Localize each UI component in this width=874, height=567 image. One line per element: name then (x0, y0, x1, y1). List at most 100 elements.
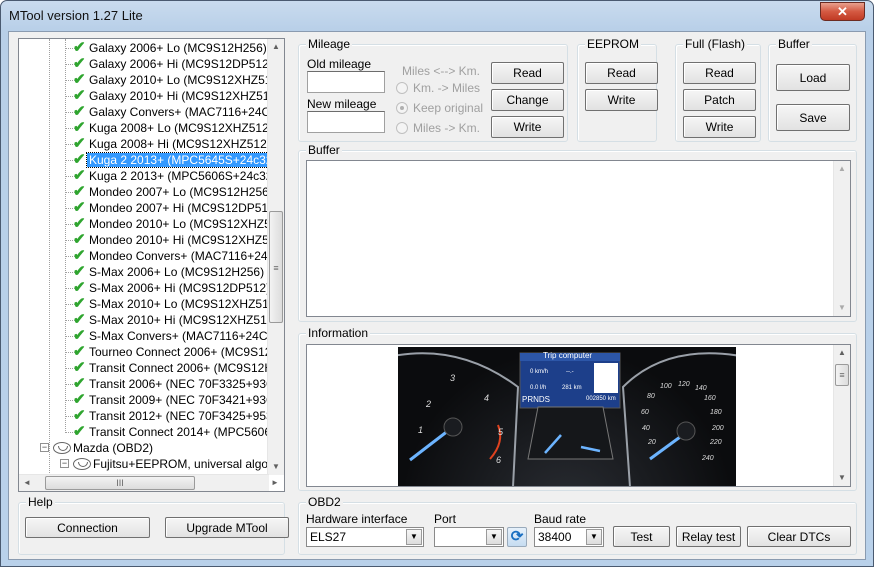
tree-item[interactable]: ✔ Mondeo 2010+ Hi (MC9S12XHZ512) (19, 232, 274, 248)
radio-label: Km. -> Miles (413, 81, 481, 95)
port-label: Port (434, 512, 457, 526)
tree-item[interactable]: ✔ S-Max 2010+ Lo (MC9S12XHZ512) (19, 296, 274, 312)
scroll-right-icon[interactable]: ► (267, 475, 283, 491)
flash-patch-button[interactable]: Patch (683, 89, 756, 111)
tree-node-label: Fujitsu+EEPROM, universal algorithm (93, 457, 274, 471)
tree-item[interactable]: ✔ S-Max 2010+ Hi (MC9S12XHZ512) (19, 312, 274, 328)
tach-tick-label: 6 (496, 455, 502, 465)
old-mileage-input[interactable] (307, 71, 385, 93)
tree-item[interactable]: ✔ Galaxy 2006+ Lo (MC9S12H256) (19, 40, 274, 56)
gear-indicator: PRNDS (522, 395, 551, 404)
tree-item[interactable]: ✔ Galaxy 2010+ Hi (MC9S12XHZ512) (19, 88, 274, 104)
collapse-icon[interactable]: − (60, 459, 69, 468)
tree-horizontal-scrollbar[interactable]: ◄ III ► (19, 474, 279, 491)
speed-tick-label: 160 (704, 395, 716, 402)
dropdown-arrow-icon[interactable]: ▼ (486, 529, 502, 545)
tree-item[interactable]: ✔ Galaxy 2010+ Lo (MC9S12XHZ512) (19, 72, 274, 88)
relay-test-button[interactable]: Relay test (676, 526, 741, 547)
test-button[interactable]: Test (613, 526, 670, 547)
dropdown-arrow-icon[interactable]: ▼ (586, 529, 602, 545)
dropdown-arrow-icon[interactable]: ▼ (406, 529, 422, 545)
tree-item[interactable]: ✔ Transit 2009+ (NEC 70F3421+93C76) (19, 392, 274, 408)
tree-item[interactable]: ✔Transit Connect 2014+ (MPC5606S+24c32) (19, 424, 274, 440)
scroll-down-icon[interactable]: ▼ (268, 459, 284, 475)
tree-item[interactable]: ✔ Kuga 2008+ Lo (MC9S12XHZ512) (19, 120, 274, 136)
tree-item[interactable]: ✔Tourneo Connect 2006+ (MC9S12H256) (19, 344, 274, 360)
speed-tick-label: 60 (641, 409, 649, 416)
tree-item[interactable]: ✔ S-Max 2006+ Hi (MC9S12DP512) (19, 280, 274, 296)
collapse-icon[interactable]: − (40, 443, 49, 452)
scroll-thumb[interactable]: ≡ (269, 211, 283, 323)
tree-node-fujitsu[interactable]: − Fujitsu+EEPROM, universal algorithm (19, 456, 274, 472)
buffer-scrollbar[interactable]: ▲ ▼ (833, 161, 850, 316)
tree-item-label: Mondeo 2007+ Lo (MC9S12H256) (89, 185, 273, 199)
buffer-save-button[interactable]: Save (776, 104, 850, 131)
connection-button[interactable]: Connection (25, 517, 150, 538)
tree-node-mazda[interactable]: − Mazda (OBD2) (19, 440, 274, 456)
eeprom-read-button[interactable]: Read (585, 62, 658, 84)
port-select[interactable]: ▼ (434, 527, 504, 547)
hardware-interface-select[interactable]: ELS27 ▼ (306, 527, 424, 547)
tree-item[interactable]: ✔Transit Connect 2006+ (MC9S12H256) (19, 360, 274, 376)
scroll-down-icon[interactable]: ▼ (834, 470, 850, 486)
mileage-change-button[interactable]: Change (491, 89, 564, 111)
tree-item[interactable]: ✔ Mondeo Convers+ (MAC7116+24C16) (19, 248, 274, 264)
new-mileage-input[interactable] (307, 111, 385, 133)
upgrade-mtool-button[interactable]: Upgrade MTool (165, 517, 289, 538)
buffer-group-label: Buffer (306, 143, 342, 157)
scroll-up-icon[interactable]: ▲ (834, 161, 850, 177)
radio-keep-original[interactable]: Keep original (396, 101, 483, 115)
hscroll-thumb[interactable]: III (45, 476, 195, 490)
tree-vertical-scrollbar[interactable]: ▲ ≡ ▼ (267, 39, 284, 475)
tree-item[interactable]: ✔ Galaxy 2006+ Hi (MC9S12DP512) (19, 56, 274, 72)
scroll-up-icon[interactable]: ▲ (834, 345, 850, 361)
tree-item-label: Mondeo 2010+ Lo (MC9S12XHZ512) (89, 217, 274, 231)
flash-write-button[interactable]: Write (683, 116, 756, 138)
lower-gauge-housing (527, 406, 614, 460)
scroll-left-icon[interactable]: ◄ (19, 475, 35, 491)
tree-item[interactable]: ✔ Transit 2006+ (NEC 70F3325+93C76) (19, 376, 274, 392)
close-button[interactable]: ✕ (820, 2, 865, 21)
speed-tick-label: 80 (647, 393, 655, 400)
radio-miles-to-km[interactable]: Miles -> Km. (396, 121, 480, 135)
information-panel: Trip computer 0 km/h --.- 0.0 l/h 281 km… (306, 344, 851, 487)
information-scrollbar[interactable]: ▲ ≡ ▼ (833, 345, 850, 486)
tree-item[interactable]: ✔ Transit 2012+ (NEC 70F3425+95320) (19, 408, 274, 424)
tree-item-label: Kuga 2008+ Hi (MC9S12XHZ512) (89, 137, 271, 151)
tree-item[interactable]: ✔ S-Max 2006+ Lo (MC9S12H256) (19, 264, 274, 280)
tree-item[interactable]: ✔ Mondeo 2007+ Hi (MC9S12DP512) (19, 200, 274, 216)
app-window: MTool version 1.27 Lite ✕ ✔ Galaxy 2006+ … (0, 0, 874, 567)
scroll-up-icon[interactable]: ▲ (268, 39, 284, 55)
tree-item[interactable]: ✔ S-Max Convers+ (MAC7116+24C16) (19, 328, 274, 344)
tree-item[interactable]: ✔ Kuga 2 2013+ (MPC5645S+24c32) (19, 152, 274, 168)
trip-range: 281 km (562, 385, 582, 391)
radio-km-to-miles[interactable]: Km. -> Miles (396, 81, 480, 95)
mileage-read-button[interactable]: Read (491, 62, 564, 84)
baud-rate-select[interactable]: 38400 ▼ (534, 527, 604, 547)
tree-item[interactable]: ✔ Kuga 2 2013+ (MPC5606S+24c32) (19, 168, 274, 184)
mazda-logo-icon (73, 458, 91, 470)
title-bar[interactable]: MTool version 1.27 Lite ✕ (1, 1, 873, 31)
buffer-group: Buffer ▲ ▼ (298, 143, 857, 322)
tree-item[interactable]: ✔ Kuga 2008+ Hi (MC9S12XHZ512) (19, 136, 274, 152)
trip-screen-title: Trip computer (543, 351, 593, 360)
clear-dtcs-button[interactable]: Clear DTCs (747, 526, 851, 547)
ecu-tree[interactable]: ✔ Galaxy 2006+ Lo (MC9S12H256) ✔ Galaxy 200… (18, 38, 285, 492)
tree-item[interactable]: ✔ Mondeo 2010+ Lo (MC9S12XHZ512) (19, 216, 274, 232)
mileage-write-button[interactable]: Write (491, 116, 564, 138)
refresh-ports-button[interactable]: ⟳ (507, 527, 527, 547)
tree-item-label: Mondeo Convers+ (MAC7116+24C16) (89, 249, 274, 263)
tree-item-label: Galaxy 2010+ Lo (MC9S12XHZ512) (89, 73, 274, 87)
scroll-thumb[interactable]: ≡ (835, 364, 849, 386)
tree-item-label: Mondeo 2010+ Hi (MC9S12XHZ512) (89, 233, 274, 247)
radio-label: Keep original (413, 101, 484, 115)
tach-hub (443, 417, 463, 437)
tree-item[interactable]: ✔ Galaxy Convers+ (MAC7116+24C16) (19, 104, 274, 120)
eeprom-write-button[interactable]: Write (585, 89, 658, 111)
baud-rate-label: Baud rate (534, 512, 587, 526)
tree-item[interactable]: ✔ Mondeo 2007+ Lo (MC9S12H256) (19, 184, 274, 200)
buffer-textarea[interactable]: ▲ ▼ (306, 160, 851, 317)
buffer-load-button[interactable]: Load (776, 64, 850, 91)
flash-read-button[interactable]: Read (683, 62, 756, 84)
scroll-down-icon[interactable]: ▼ (834, 300, 850, 316)
